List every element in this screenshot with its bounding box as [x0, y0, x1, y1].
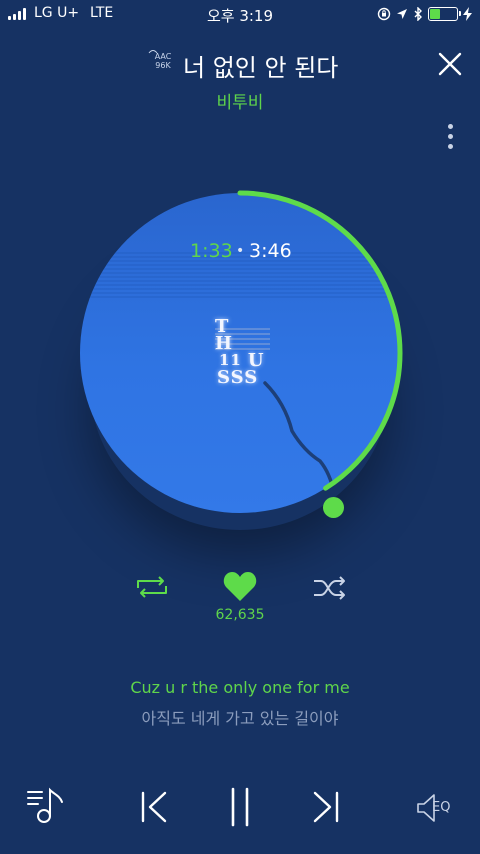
song-title: 너 없인 안 된다: [183, 54, 339, 82]
quality-icon: [148, 50, 158, 54]
next-icon: [313, 791, 339, 823]
quality-rate: 96K: [155, 61, 171, 70]
repeat-icon: [137, 576, 167, 598]
current-time: 1:33: [190, 240, 233, 262]
shuffle-icon: [314, 576, 345, 600]
charging-icon: [463, 7, 472, 21]
playlist-button[interactable]: [26, 786, 66, 826]
more-icon: [448, 124, 453, 129]
previous-button[interactable]: [138, 790, 170, 824]
time-separator: •: [236, 243, 245, 259]
close-button[interactable]: [434, 48, 466, 80]
audio-quality-badge: AAC 96K: [148, 50, 178, 78]
album-art-text: T H 11 U SSS: [205, 318, 275, 388]
progress-knob[interactable]: [323, 497, 344, 518]
status-bar: LG U+ LTE 오후 3:19: [0, 0, 480, 28]
pause-icon: [231, 787, 249, 827]
close-icon: [438, 52, 462, 76]
lyric-current-line[interactable]: Cuz u r the only one for me: [0, 678, 480, 697]
lyric-next-line[interactable]: 아직도 네게 가고 있는 길이야: [0, 705, 480, 729]
repeat-button[interactable]: [134, 573, 170, 601]
heart-icon: [223, 572, 257, 601]
eq-label: EQ: [432, 800, 451, 815]
next-button[interactable]: [310, 790, 342, 824]
location-icon: [397, 9, 407, 19]
bluetooth-icon: [414, 7, 422, 21]
playlist-icon: [27, 787, 63, 823]
like-count: 62,635: [215, 607, 265, 623]
like-button[interactable]: [222, 570, 258, 604]
more-options-button[interactable]: [440, 120, 460, 154]
battery-icon: [428, 7, 461, 21]
orientation-lock-icon: [377, 7, 391, 21]
status-icons: [377, 4, 472, 24]
total-time: 3:46: [249, 240, 292, 262]
artist-name[interactable]: 비투비: [0, 88, 480, 113]
shuffle-button[interactable]: [312, 575, 348, 601]
album-art-letter: SSS: [217, 367, 259, 388]
previous-icon: [141, 791, 167, 823]
pause-button[interactable]: [225, 786, 255, 828]
